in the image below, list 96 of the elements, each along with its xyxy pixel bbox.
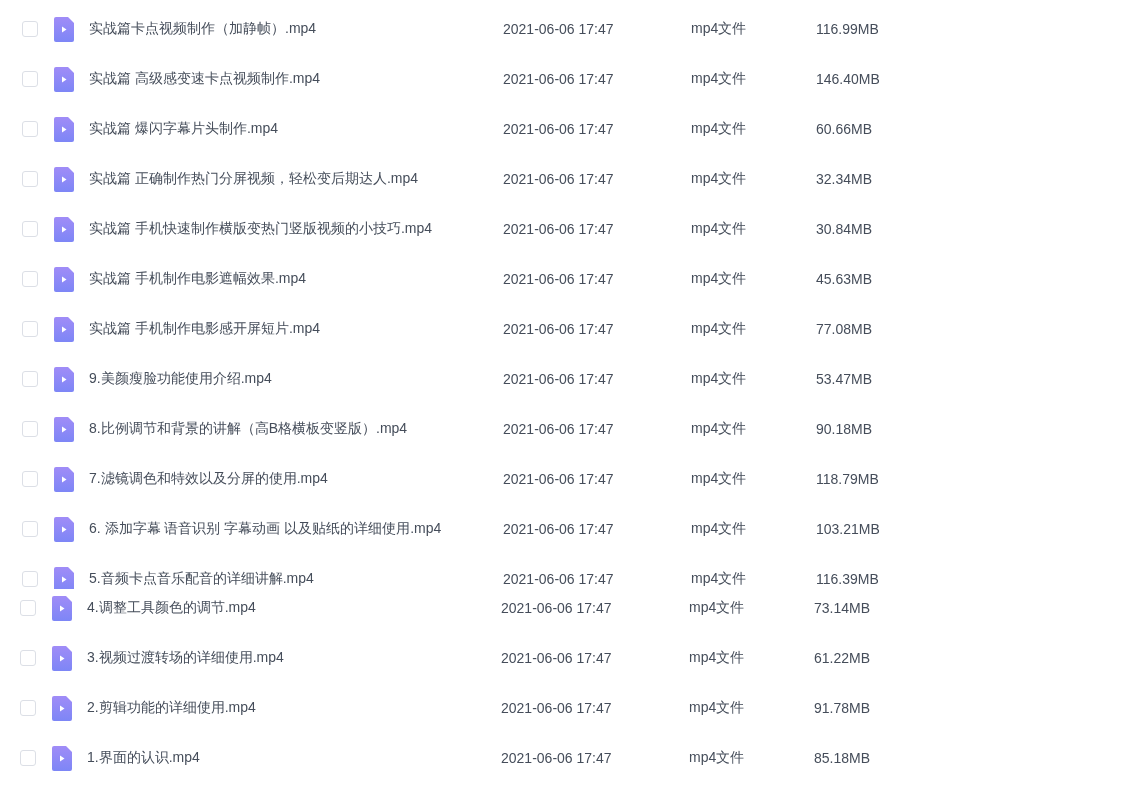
file-size: 60.66MB xyxy=(816,121,873,137)
file-type: mp4文件 xyxy=(689,649,746,667)
video-file-icon xyxy=(54,116,74,142)
checkbox[interactable] xyxy=(22,21,38,37)
file-size: 118.79MB xyxy=(816,471,879,487)
video-file-icon xyxy=(52,745,72,771)
modified-date: 2021-06-06 17:47 xyxy=(503,271,615,287)
video-file-icon xyxy=(54,66,74,92)
modified-date: 2021-06-06 17:47 xyxy=(503,171,615,187)
checkbox[interactable] xyxy=(20,600,36,616)
file-size: 90.18MB xyxy=(816,421,873,437)
modified-date: 2021-06-06 17:47 xyxy=(503,521,615,537)
file-name: 7.滤镜调色和特效以及分屏的使用.mp4 xyxy=(89,470,329,488)
modified-date: 2021-06-06 17:47 xyxy=(503,21,615,37)
modified-date: 2021-06-06 17:47 xyxy=(503,371,615,387)
file-name: 9.美颜瘦脸功能使用介绍.mp4 xyxy=(89,370,273,388)
file-size: 103.21MB xyxy=(816,521,880,537)
file-type: mp4文件 xyxy=(691,370,748,388)
checkbox[interactable] xyxy=(22,171,38,187)
checkbox[interactable] xyxy=(22,471,38,487)
file-type: mp4文件 xyxy=(689,749,746,767)
video-file-icon xyxy=(52,595,72,621)
file-name: 实战篇 高级感变速卡点视频制作.mp4 xyxy=(89,70,321,88)
modified-date: 2021-06-06 17:47 xyxy=(503,71,615,87)
video-file-icon xyxy=(54,216,74,242)
modified-date: 2021-06-06 17:47 xyxy=(503,221,615,237)
checkbox[interactable] xyxy=(22,321,38,337)
checkbox[interactable] xyxy=(20,650,36,666)
checkbox[interactable] xyxy=(22,71,38,87)
file-type: mp4文件 xyxy=(691,470,748,488)
video-file-icon xyxy=(52,695,72,721)
video-file-icon xyxy=(54,266,74,292)
file-type: mp4文件 xyxy=(691,420,748,438)
checkbox[interactable] xyxy=(22,121,38,137)
file-size: 32.34MB xyxy=(816,171,873,187)
modified-date: 2021-06-06 17:47 xyxy=(503,471,615,487)
file-size: 61.22MB xyxy=(814,650,871,666)
file-size: 45.63MB xyxy=(816,271,873,287)
checkbox[interactable] xyxy=(20,750,36,766)
file-name: 8.比例调节和背景的讲解（高B格横板变竖版）.mp4 xyxy=(89,420,409,438)
file-name: 实战篇 手机制作电影遮幅效果.mp4 xyxy=(89,270,307,288)
modified-date: 2021-06-06 17:47 xyxy=(503,321,615,337)
file-size: 146.40MB xyxy=(816,71,880,87)
file-type: mp4文件 xyxy=(691,170,748,188)
file-type: mp4文件 xyxy=(691,220,748,238)
file-name: 实战篇 爆闪字幕片头制作.mp4 xyxy=(89,120,279,138)
file-name: 5.音频卡点音乐配音的详细讲解.mp4 xyxy=(89,570,315,588)
file-name: 2.剪辑功能的详细使用.mp4 xyxy=(87,699,257,717)
file-type: mp4文件 xyxy=(691,320,748,338)
checkbox[interactable] xyxy=(22,521,38,537)
file-size: 91.78MB xyxy=(814,700,871,716)
modified-date: 2021-06-06 17:47 xyxy=(503,571,615,587)
video-file-icon xyxy=(54,466,74,492)
file-name: 4.调整工具颜色的调节.mp4 xyxy=(87,599,257,617)
modified-date: 2021-06-06 17:47 xyxy=(503,121,615,137)
file-name: 实战篇 正确制作热门分屏视频，轻松变后期达人.mp4 xyxy=(89,170,419,188)
file-name: 6. 添加字幕 语音识别 字幕动画 以及贴纸的详细使用.mp4 xyxy=(89,520,443,538)
file-name: 3.视频过渡转场的详细使用.mp4 xyxy=(87,649,285,667)
video-file-icon xyxy=(54,166,74,192)
file-type: mp4文件 xyxy=(689,699,746,717)
modified-date: 2021-06-06 17:47 xyxy=(501,750,613,766)
modified-date: 2021-06-06 17:47 xyxy=(501,700,613,716)
file-type: mp4文件 xyxy=(691,270,748,288)
video-file-icon xyxy=(54,516,74,542)
file-size: 30.84MB xyxy=(816,221,873,237)
file-name: 1.界面的认识.mp4 xyxy=(87,749,201,767)
video-file-icon xyxy=(54,316,74,342)
checkbox[interactable] xyxy=(22,571,38,587)
file-type: mp4文件 xyxy=(691,570,748,588)
file-type: mp4文件 xyxy=(689,599,746,617)
file-type: mp4文件 xyxy=(691,520,748,538)
checkbox[interactable] xyxy=(22,371,38,387)
checkbox[interactable] xyxy=(20,700,36,716)
file-type: mp4文件 xyxy=(691,120,748,138)
file-size: 73.14MB xyxy=(814,600,871,616)
file-name: 实战篇卡点视频制作（加静帧）.mp4 xyxy=(89,20,318,38)
file-size: 77.08MB xyxy=(816,321,873,337)
file-size: 53.47MB xyxy=(816,371,873,387)
video-file-icon xyxy=(54,16,74,42)
checkbox[interactable] xyxy=(22,421,38,437)
file-size: 116.39MB xyxy=(816,571,879,587)
file-type: mp4文件 xyxy=(691,20,748,38)
video-file-icon xyxy=(54,416,74,442)
video-file-icon xyxy=(54,566,74,589)
file-name: 实战篇 手机制作电影感开屏短片.mp4 xyxy=(89,320,321,338)
checkbox[interactable] xyxy=(22,271,38,287)
checkbox[interactable] xyxy=(22,221,38,237)
file-name: 实战篇 手机快速制作横版变热门竖版视频的小技巧.mp4 xyxy=(89,220,433,238)
modified-date: 2021-06-06 17:47 xyxy=(501,650,613,666)
video-file-icon xyxy=(54,366,74,392)
file-type: mp4文件 xyxy=(691,70,748,88)
modified-date: 2021-06-06 17:47 xyxy=(501,600,613,616)
file-size: 116.99MB xyxy=(816,21,879,37)
modified-date: 2021-06-06 17:47 xyxy=(503,421,615,437)
file-size: 85.18MB xyxy=(814,750,871,766)
video-file-icon xyxy=(52,645,72,671)
